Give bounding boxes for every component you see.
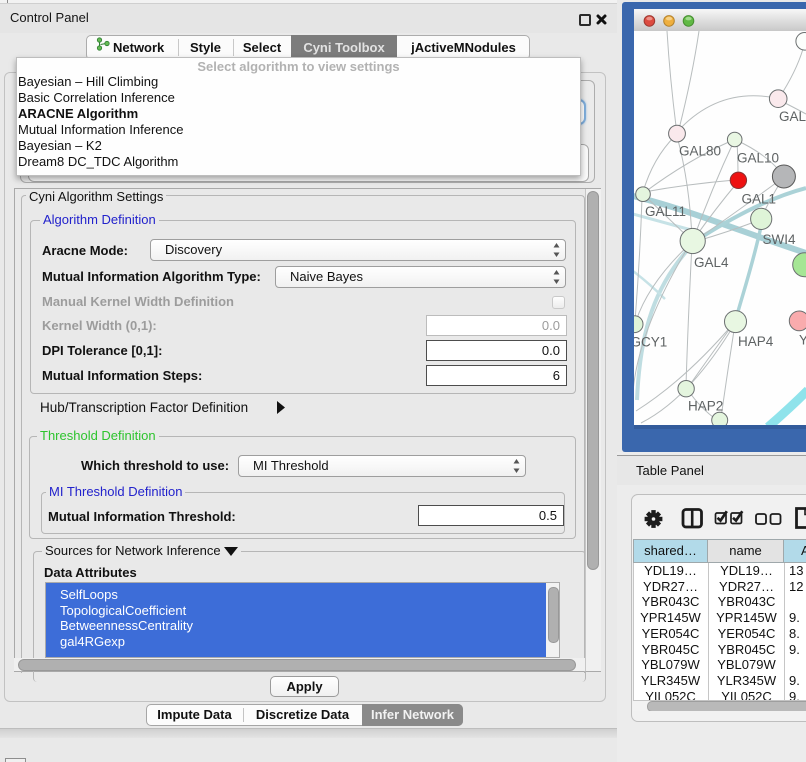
svg-text:HAP4: HAP4: [738, 334, 774, 349]
svg-text:GAL4: GAL4: [694, 255, 729, 270]
svg-text:GAL80: GAL80: [679, 144, 721, 159]
svg-text:GAL80: GAL80: [779, 109, 806, 124]
svg-text:GAL10: GAL10: [737, 151, 779, 166]
svg-text:Y: Y: [799, 333, 806, 348]
svg-text:HAP2: HAP2: [688, 399, 723, 414]
svg-text:GAL1: GAL1: [742, 192, 777, 207]
svg-text:GCY1: GCY1: [634, 335, 667, 350]
svg-text:SWI4: SWI4: [763, 232, 796, 247]
svg-text:GAL11: GAL11: [645, 204, 686, 219]
